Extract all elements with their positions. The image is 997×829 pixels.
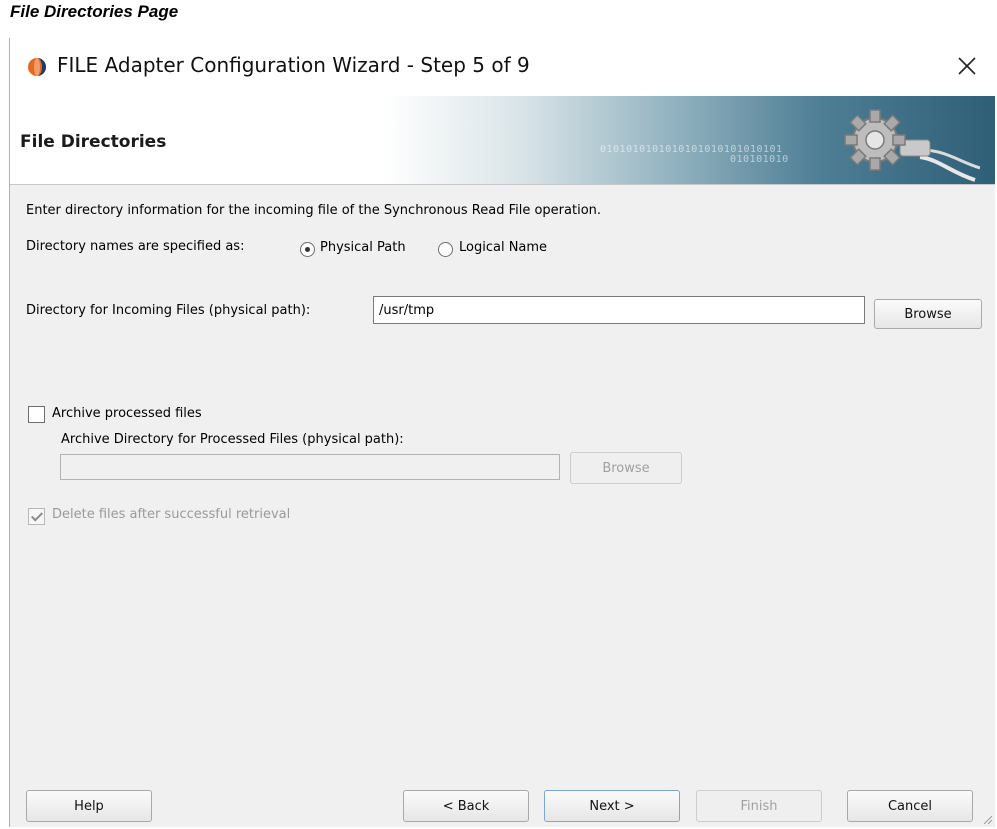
delete-files-checkbox [28, 508, 45, 525]
logical-name-label[interactable]: Logical Name [459, 240, 547, 255]
wizard-banner: File Directories 01010101010101010101010… [10, 96, 995, 185]
back-button[interactable]: < Back [403, 790, 529, 822]
resize-grip-icon[interactable] [981, 813, 993, 825]
banner-binary-text-2: 010101010 [730, 154, 789, 165]
delete-files-label: Delete files after successful retrieval [52, 507, 291, 522]
archive-browse-button: Browse [570, 452, 682, 484]
cancel-button[interactable]: Cancel [847, 790, 973, 822]
finish-button: Finish [696, 790, 822, 822]
banner-title: File Directories [20, 132, 167, 152]
page-caption: File Directories Page [10, 2, 179, 21]
archive-directory-input [60, 454, 560, 480]
browse-button[interactable]: Browse [874, 299, 982, 329]
help-button[interactable]: Help [26, 790, 152, 822]
intro-text: Enter directory information for the inco… [26, 203, 602, 218]
incoming-directory-input[interactable] [373, 296, 865, 324]
archive-directory-label: Archive Directory for Processed Files (p… [61, 432, 404, 447]
window-title: FILE Adapter Configuration Wizard - Step… [57, 53, 530, 77]
title-bar: FILE Adapter Configuration Wizard - Step… [10, 38, 995, 96]
adapter-gear-icon [844, 109, 980, 182]
archive-processed-label[interactable]: Archive processed files [52, 406, 202, 421]
wizard-window: FILE Adapter Configuration Wizard - Step… [9, 38, 995, 827]
physical-path-radio[interactable] [300, 242, 315, 257]
logical-name-radio[interactable] [438, 242, 453, 257]
close-icon[interactable] [953, 52, 981, 80]
next-button[interactable]: Next > [544, 790, 680, 822]
archive-processed-checkbox[interactable] [28, 406, 45, 423]
incoming-directory-label: Directory for Incoming Files (physical p… [26, 303, 311, 318]
physical-path-label[interactable]: Physical Path [320, 240, 406, 255]
directory-names-label: Directory names are specified as: [26, 239, 245, 254]
app-icon [28, 58, 46, 76]
wizard-content: Enter directory information for the inco… [10, 184, 995, 827]
